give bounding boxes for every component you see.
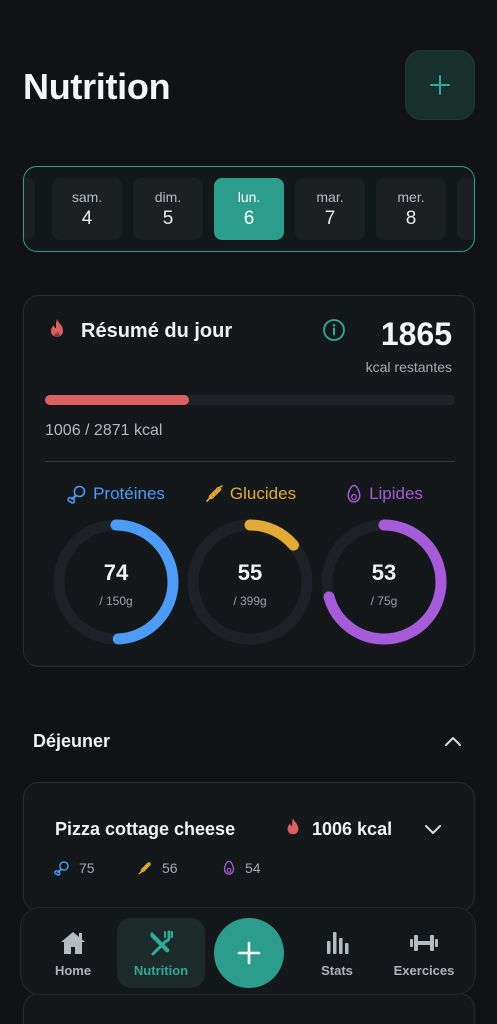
- meal-fat-value: 54: [245, 860, 261, 876]
- macro-value: 53: [371, 560, 397, 585]
- bar-chart-icon: [327, 931, 349, 954]
- date-item-3[interactable]: mar. 7: [295, 178, 365, 240]
- nav-nutrition-label: Nutrition: [133, 962, 189, 978]
- nav-exercises-label: Exercices: [393, 962, 455, 978]
- date-weekday: sam.: [71, 188, 103, 205]
- flame-icon: [51, 319, 63, 339]
- calorie-progress-fill: [45, 395, 189, 405]
- date-item-1[interactable]: dim. 5: [133, 178, 203, 240]
- macro-label: Glucides: [229, 484, 297, 503]
- home-icon: [61, 931, 85, 954]
- date-day: 4: [81, 207, 93, 229]
- macro-proteins: Protéines 74 / 150g: [48, 482, 184, 645]
- macro-fats: Lipides 53 / 75g: [316, 482, 452, 645]
- macro-goal: / 150g: [99, 594, 133, 608]
- drumstick-icon: [67, 485, 86, 504]
- meal-section-title: Déjeuner: [33, 731, 111, 751]
- date-day: 7: [324, 207, 336, 229]
- meal-card[interactable]: Pizza cottage cheese 1006 kcal 75 56 54: [23, 782, 475, 912]
- macro-value: 74: [103, 560, 129, 585]
- meal-card-next[interactable]: [23, 993, 475, 1024]
- meal-name: Pizza cottage cheese: [55, 819, 236, 839]
- meal-fat: 54: [222, 860, 261, 876]
- wheat-icon: [138, 862, 151, 875]
- date-item-partial-left[interactable]: [24, 178, 35, 240]
- nav-home-label: Home: [54, 962, 92, 978]
- date-weekday: lun.: [237, 188, 261, 205]
- bottom-nav: Home Nutrition Stats Exercices: [20, 907, 476, 995]
- macro-label: Lipides: [369, 484, 423, 503]
- macro-header: Glucides: [182, 482, 318, 506]
- date-weekday: mar.: [316, 188, 344, 205]
- plus-icon: [237, 941, 261, 965]
- macro-carbs: Glucides 55 / 399g: [182, 482, 318, 645]
- summary-title: Résumé du jour: [81, 320, 233, 342]
- plus-icon: [430, 75, 450, 95]
- meal-protein: 75: [54, 860, 95, 876]
- nav-home[interactable]: Home: [31, 918, 115, 988]
- date-selector[interactable]: sam. 4 dim. 5 lun. 6 mar. 7 mer. 8: [23, 166, 475, 252]
- info-icon[interactable]: [322, 318, 346, 342]
- meal-protein-value: 75: [79, 860, 95, 876]
- date-day: 6: [243, 207, 255, 229]
- calorie-progress-bar: [45, 395, 455, 405]
- header: Nutrition: [0, 0, 497, 150]
- nav-exercises[interactable]: Exercices: [381, 918, 467, 988]
- macro-goal: / 75g: [370, 594, 398, 608]
- date-weekday: dim.: [154, 188, 182, 205]
- wheat-icon: [206, 485, 223, 502]
- macro-value: 55: [237, 560, 263, 585]
- macro-label: Protéines: [93, 484, 165, 503]
- meal-kcal: 1006 kcal: [312, 819, 393, 839]
- macro-header: Protéines: [48, 482, 184, 506]
- date-item-2-selected[interactable]: lun. 6: [214, 178, 284, 240]
- nav-add-button[interactable]: [214, 918, 284, 988]
- remaining-kcal-label: kcal restantes: [365, 359, 452, 375]
- date-item-0[interactable]: sam. 4: [52, 178, 122, 240]
- nav-stats[interactable]: Stats: [295, 918, 379, 988]
- macro-header: Lipides: [316, 482, 452, 506]
- daily-summary-card: Résumé du jour 1865 kcal restantes 1006 …: [23, 295, 475, 667]
- meal-carbs-value: 56: [162, 860, 178, 876]
- chevron-up-icon[interactable]: [442, 731, 464, 751]
- avocado-icon: [223, 860, 235, 875]
- utensils-icon: [150, 930, 173, 955]
- date-item-partial-right[interactable]: [457, 178, 474, 240]
- drumstick-icon: [54, 861, 69, 876]
- date-day: 5: [162, 207, 174, 229]
- consumed-kcal: 1006 / 2871 kcal: [45, 422, 163, 439]
- meal-carbs: 56: [137, 860, 178, 876]
- flame-icon: [287, 818, 299, 835]
- avocado-icon: [347, 484, 361, 503]
- nav-stats-label: Stats: [321, 962, 353, 978]
- date-day: 8: [405, 207, 417, 229]
- divider: [45, 461, 455, 462]
- page-title: Nutrition: [23, 66, 171, 107]
- dumbbell-icon: [410, 934, 438, 951]
- chevron-down-icon[interactable]: [422, 819, 444, 839]
- macro-goal: / 399g: [233, 594, 267, 608]
- add-button[interactable]: [405, 50, 475, 120]
- nav-nutrition[interactable]: Nutrition: [117, 918, 205, 988]
- date-weekday: mer.: [397, 188, 425, 205]
- remaining-kcal: 1865: [380, 316, 452, 352]
- date-item-4[interactable]: mer. 8: [376, 178, 446, 240]
